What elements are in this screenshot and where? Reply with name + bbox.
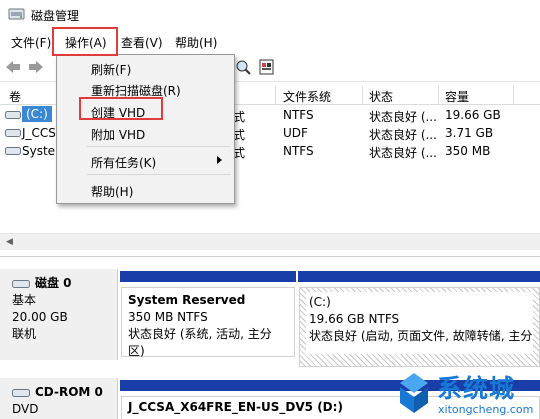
title-bar: 磁盘管理 [0,0,540,30]
volume-name: Syster [22,144,60,158]
disk-0-size: 20.00 GB [12,310,68,324]
menu-item-help[interactable]: 帮助(H) [57,180,234,200]
column-filesystem[interactable]: 文件系统 [283,88,331,105]
back-arrow-icon[interactable] [4,59,22,75]
optical-drive-icon [12,389,30,397]
volume-name: (C:) [22,106,52,122]
menu-item-rescan-disks[interactable]: 重新扫描磁盘(R) [57,79,234,99]
menu-help[interactable]: 帮助(H) [173,34,219,51]
partition-c[interactable]: (C:) 19.66 GB NTFS 状态良好 (启动, 页面文件, 故障转储,… [299,287,540,367]
highlight-action-menu [52,27,118,56]
zoom-icon[interactable] [235,59,253,75]
column-divider[interactable] [275,86,276,105]
partition-status: 状态良好 (系统, 活动, 主分区) [128,327,272,358]
menu-item-attach-vhd[interactable]: 附加 VHD [57,123,234,143]
disk-0-type: 基本 [12,293,37,307]
disk-0-label[interactable]: 磁盘 0 基本 20.00 GB 联机 [0,269,118,360]
status-cell: 状态良好 (... [369,128,437,142]
menu-separator [87,146,231,147]
cdrom-0-label[interactable]: CD-ROM 0 DVD [0,378,118,419]
column-divider[interactable] [362,86,363,105]
column-divider[interactable] [513,86,514,105]
capacity-cell: 19.66 GB [445,108,501,122]
status-cell: 状态良好 (... [369,110,437,124]
partition-bar [120,271,296,282]
partition-name: (C:) [309,295,331,309]
partition-status: 状态良好 (启动, 页面文件, 故障转储, 主分区) [309,329,533,343]
watermark-title: 系统城 [437,374,516,403]
partition-size: 19.66 GB NTFS [309,312,400,326]
menu-file[interactable]: 文件(F) [9,34,53,51]
partition-size: 350 MB NTFS [128,310,208,324]
action-menu-dropdown: 刷新(F) 重新扫描磁盘(R) 创建 VHD 附加 VHD 所有任务(K) 帮助… [56,54,235,204]
optical-drive-icon [5,129,21,137]
drive-icon [5,111,21,119]
menu-item-all-tasks[interactable]: 所有任务(K) [57,151,234,171]
filesystem-cell: NTFS [283,144,314,158]
filesystem-cell: UDF [283,126,308,140]
column-status[interactable]: 状态 [369,88,393,105]
disk-0-status: 联机 [12,327,37,341]
scroll-left-icon[interactable]: ◀ [6,237,13,247]
menu-item-refresh[interactable]: 刷新(F) [57,58,234,78]
forward-arrow-icon[interactable] [27,59,45,75]
watermark: 系统城 xitongcheng.com [390,368,540,419]
window-title: 磁盘管理 [31,9,80,23]
partition-bar [298,271,540,282]
capacity-cell: 350 MB [445,144,491,158]
cdrom-0-type: DVD [12,402,39,416]
status-cell: 状态良好 (... [369,146,437,160]
filesystem-cell: NTFS [283,108,314,122]
horizontal-scrollbar[interactable]: ◀ [0,233,540,250]
disk-management-icon [8,8,25,20]
menu-separator [87,174,231,175]
partition-name: System Reserved [128,293,246,307]
disk-icon [12,280,30,288]
watermark-logo-icon [400,373,428,413]
properties-icon[interactable] [258,59,276,75]
capacity-cell: 3.71 GB [445,126,494,140]
column-divider[interactable] [438,86,439,105]
drive-icon [5,147,21,155]
menu-view[interactable]: 查看(V) [119,34,165,51]
column-capacity[interactable]: 容量 [445,88,469,105]
highlight-create-vhd [79,97,163,120]
partition-system-reserved[interactable]: System Reserved 350 MB NTFS 状态良好 (系统, 活动… [121,287,295,358]
watermark-url: xitongcheng.com [438,403,534,416]
submenu-arrow-icon [217,156,222,164]
column-volume[interactable]: 卷 [9,88,21,105]
